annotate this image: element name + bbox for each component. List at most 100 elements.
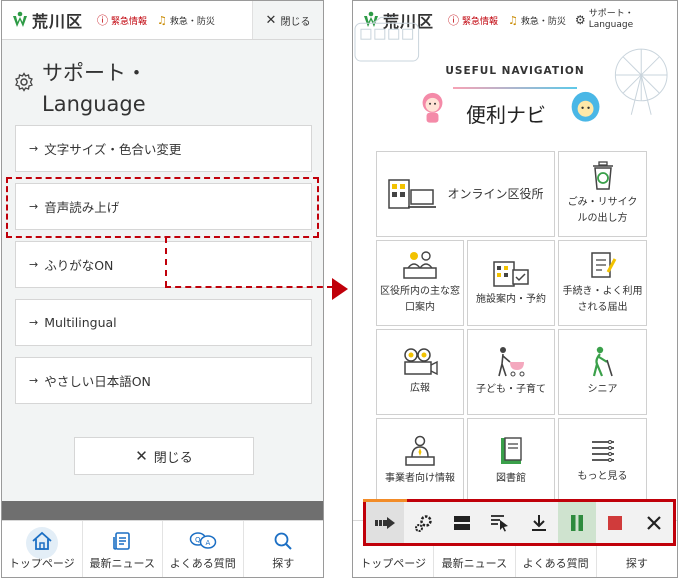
pause-button[interactable] — [557, 502, 597, 543]
support-menu: → 文字サイズ・色合い変更 → 音声読み上げ → ふりがなON → Multilingu… — [15, 125, 312, 415]
stop-button[interactable] — [596, 502, 634, 543]
news-icon — [113, 532, 131, 550]
svg-text:Q: Q — [195, 536, 201, 544]
tile-label: 図書館 — [496, 473, 526, 484]
stroller-icon — [498, 347, 525, 377]
facility-calendar-icon — [493, 261, 529, 287]
header-close-label: 閉じる — [280, 16, 311, 28]
close-icon: ✕ — [135, 447, 148, 465]
site-header: 荒川区 ⓘ 緊急情報 ♫ 救急・防災 ✕ 閉じる — [2, 1, 323, 40]
nav-top-page[interactable]: トップページ — [2, 521, 83, 577]
stop-icon — [608, 515, 623, 530]
arrowhead-icon — [332, 278, 348, 300]
nav-label: 探す — [272, 557, 295, 570]
tile-label: シニア — [587, 384, 618, 395]
list-icon — [591, 440, 614, 462]
business-icon — [405, 435, 435, 466]
arrow-right-icon: → — [29, 316, 39, 329]
play-icon — [375, 516, 396, 529]
tile-seniors[interactable]: シニア — [558, 329, 647, 415]
arrow-right-icon: → — [29, 258, 39, 271]
counter-icon — [403, 251, 437, 279]
menu-item-label: 文字サイズ・色合い変更 — [44, 142, 182, 157]
tile-business[interactable]: 事業者向け情報 — [376, 418, 464, 504]
tile-label: ごみ・リサイクルの出し方 — [567, 197, 638, 224]
menu-item-furigana[interactable]: → ふりがなON — [15, 241, 312, 288]
nav-label: トップページ — [360, 557, 427, 570]
site-name: 荒川区 — [32, 12, 84, 31]
download-button[interactable] — [520, 502, 558, 543]
form-icon — [590, 252, 616, 278]
highlight-box — [6, 177, 319, 238]
tile-facility-reservation[interactable]: 施設案内・予約 — [467, 240, 555, 326]
faq-icon: QA — [189, 532, 216, 549]
tram-illustration — [354, 16, 420, 62]
bottom-navigation: トップページ 最新ニュース QA よくある質問 探す — [2, 520, 323, 577]
connector-vertical — [165, 237, 167, 287]
tile-label: もっと見る — [577, 471, 628, 482]
nav-label: よくある質問 — [169, 557, 236, 570]
alert-icon: ⓘ — [97, 14, 109, 27]
panel-close-button[interactable]: ✕ 閉じる — [74, 437, 254, 475]
text-to-speech-toolbar — [363, 499, 676, 546]
progress-indicator — [363, 499, 407, 502]
settings-icon — [414, 514, 432, 532]
nav-label: 最新ニュース — [441, 557, 508, 570]
nav-label: 探す — [625, 557, 648, 570]
menu-item-text-size[interactable]: → 文字サイズ・色合い変更 — [15, 125, 312, 172]
layout-button[interactable] — [443, 502, 481, 543]
tile-online-office[interactable]: オンライン区役所 — [376, 151, 555, 237]
bell-icon: ♫ — [157, 13, 167, 27]
tile-procedures[interactable]: 手続き・よく利用される届出 — [558, 240, 647, 326]
right-screen: 荒川区 ⓘ 緊急情報 ♫ 救急・防災 ⚙ サポート・ Language USEF… — [352, 0, 678, 578]
connector-horizontal — [165, 286, 333, 288]
close-icon: ✕ — [265, 12, 277, 28]
menu-item-multilingual[interactable]: → Multilingual — [15, 299, 312, 346]
disaster-link[interactable]: ♫ 救急・防災 — [157, 14, 215, 27]
recycle-bin-icon — [592, 161, 613, 190]
nav-search[interactable]: 探す — [244, 521, 324, 577]
tile-label: 施設案内・予約 — [476, 294, 546, 305]
settings-button[interactable] — [404, 502, 442, 543]
mascot-left-icon — [422, 92, 443, 123]
left-screen: 荒川区 ⓘ 緊急情報 ♫ 救急・防災 ✕ 閉じる サポート・ Language … — [1, 0, 324, 578]
emergency-link[interactable]: ⓘ 緊急情報 — [97, 12, 147, 28]
menu-item-easy-japanese[interactable]: → やさしい日本語ON — [15, 357, 312, 404]
pause-icon — [571, 514, 584, 531]
panel-close-label: 閉じる — [153, 450, 193, 466]
tile-see-more[interactable]: もっと見る — [558, 418, 647, 504]
tile-garbage-recycling[interactable]: ごみ・リサイクルの出し方 — [558, 151, 647, 237]
arrow-right-icon: → — [29, 142, 39, 155]
select-text-icon — [491, 514, 509, 531]
tile-label: 事業者向け情報 — [385, 473, 455, 484]
site-logo[interactable]: 荒川区 — [12, 8, 83, 32]
close-toolbar-button[interactable] — [635, 502, 673, 543]
svg-text:A: A — [205, 539, 210, 547]
tile-label: 手続き・よく利用される届出 — [562, 286, 643, 313]
tile-service-counters[interactable]: 区役所内の主な窓口案内 — [376, 240, 464, 326]
tile-label: 子ども・子育て — [476, 384, 546, 395]
useful-navigation-title: USEFUL NAVIGATION — [445, 65, 585, 77]
nav-latest-news[interactable]: 最新ニュース — [83, 521, 163, 577]
menu-item-label: Multilingual — [44, 315, 117, 330]
mascot-right-icon — [571, 91, 600, 122]
navigation-grid: オンライン区役所 ごみ・リサイクルの出し方 区役所内の主な窓口案内 施設案内・予… — [376, 151, 654, 504]
tile-public-relations[interactable]: 広報 — [376, 329, 464, 415]
close-icon — [647, 515, 661, 530]
tile-child-rearing[interactable]: 子ども・子育て — [467, 329, 555, 415]
play-button[interactable] — [366, 502, 405, 543]
tile-label: オンライン区役所 — [447, 187, 544, 201]
tile-label: 広報 — [410, 383, 430, 394]
gear-icon — [15, 72, 33, 92]
select-text-button[interactable] — [481, 502, 519, 543]
tile-library[interactable]: 図書館 — [467, 418, 555, 504]
header-close-button[interactable]: ✕ 閉じる — [252, 1, 323, 39]
menu-item-label: やさしい日本語ON — [44, 374, 151, 389]
online-office-icon — [388, 179, 437, 209]
home-icon — [32, 531, 52, 550]
nav-label: 最新ニュース — [89, 557, 155, 570]
nav-faq[interactable]: QA よくある質問 — [163, 521, 244, 577]
book-icon — [501, 437, 522, 464]
tile-label: 区役所内の主な窓口案内 — [380, 286, 460, 313]
panel-title-line2: Language — [42, 92, 146, 116]
